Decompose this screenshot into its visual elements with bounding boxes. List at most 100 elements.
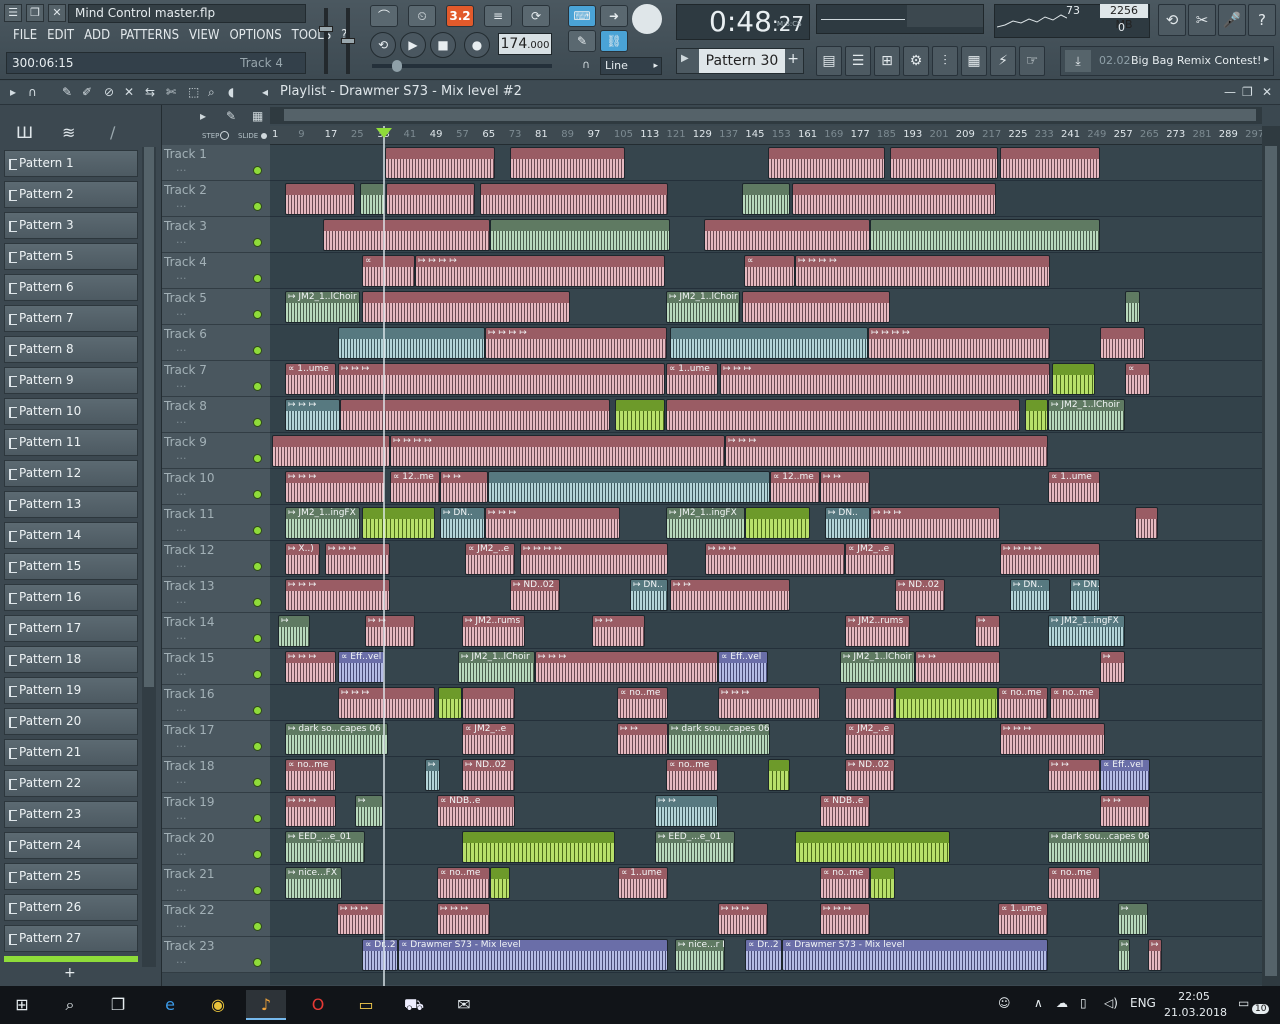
track-enable-led[interactable] xyxy=(253,166,262,175)
playlist-clip[interactable]: ↦ ↦ ↦ xyxy=(338,687,435,719)
draw-icon[interactable]: ✎ xyxy=(226,109,236,123)
pattern-item[interactable]: Pattern 21 xyxy=(4,739,138,766)
playlist-clip[interactable]: ∝ no..me xyxy=(998,687,1048,719)
playlist-clip[interactable]: ∝ 1..ume xyxy=(998,903,1048,935)
playlist-clip[interactable] xyxy=(340,399,610,431)
playlist-clip[interactable]: ↦ ↦ ↦ ↦ xyxy=(1000,543,1100,575)
playlist-clip[interactable]: ↦ nice...FX xyxy=(285,867,342,899)
playlist-clip[interactable]: ∝ Dr..2 xyxy=(362,939,398,971)
playlist-grid[interactable]: ∝ ↦ ↦ ↦ ↦ ∝ ↦ ↦ ↦ ↦ ↦ JM2_1..lChoir ↦ JM2_1..… xyxy=(270,145,1262,985)
cloud-icon[interactable]: ☁ xyxy=(1056,996,1068,1010)
track-header-item[interactable]: Track 3... xyxy=(162,217,270,253)
playlist-clip[interactable] xyxy=(438,687,462,719)
playlist-clip[interactable] xyxy=(1000,147,1100,179)
track-enable-led[interactable] xyxy=(253,346,262,355)
pattern-item[interactable]: Pattern 22 xyxy=(4,770,138,797)
play-pattern-icon[interactable]: ▶ xyxy=(681,53,689,64)
close-icon[interactable]: ✕ xyxy=(48,4,66,22)
horizontal-scrollbar[interactable] xyxy=(270,107,1262,124)
playlist-clip[interactable]: ↦ ↦ xyxy=(670,579,790,611)
playlist-clip[interactable]: ∝ no..me xyxy=(617,687,668,719)
grid-icon[interactable]: ▦ xyxy=(252,109,263,123)
fl-studio-icon[interactable]: ♪ xyxy=(246,990,286,1020)
playlist-clip[interactable]: ↦ ↦ ↦ ↦ xyxy=(390,435,725,467)
master-pitch-fader[interactable] xyxy=(341,8,355,74)
playlist-clip[interactable]: ↦ ND..02 xyxy=(895,579,945,611)
touch-icon[interactable]: ☞ xyxy=(1019,46,1045,76)
playback-icon[interactable]: ◖ xyxy=(228,85,234,99)
track-enable-led[interactable] xyxy=(253,454,262,463)
playlist-clip[interactable] xyxy=(480,183,668,215)
track-header-item[interactable]: Track 15... xyxy=(162,649,270,685)
track-enable-led[interactable] xyxy=(253,958,262,967)
playlist-clip[interactable]: ↦ ↦ ↦ ↦ xyxy=(520,543,668,575)
track-header-item[interactable]: Track 16... xyxy=(162,685,270,721)
playlist-clip[interactable]: ↦ ↦ ↦ xyxy=(485,507,620,539)
piano-roll-icon[interactable]: ⊞ xyxy=(874,46,900,76)
playlist-clip[interactable]: ↦ DN.. xyxy=(440,507,485,539)
track-enable-led[interactable] xyxy=(253,202,262,211)
audio-tab-icon[interactable]: ≋ xyxy=(62,123,75,142)
delete-icon[interactable]: ⊘ xyxy=(104,85,114,99)
playlist-clip[interactable]: ↦ ND..02 xyxy=(510,579,560,611)
playlist-clip[interactable]: ↦ ↦ ↦ xyxy=(337,903,385,935)
track-header-item[interactable]: Track 1... xyxy=(162,145,270,181)
track-enable-led[interactable] xyxy=(253,670,262,679)
playlist-clip[interactable] xyxy=(362,507,435,539)
record-button[interactable]: ● xyxy=(464,32,490,58)
playlist-clip[interactable]: ↦ EED_...e_01 xyxy=(655,831,735,863)
playlist-clip[interactable] xyxy=(490,867,510,899)
playlist-clip[interactable]: ↦ JM2_1..ingFX xyxy=(285,507,360,539)
track-enable-led[interactable] xyxy=(253,310,262,319)
playlist-clip[interactable]: ↦ ↦ ↦ xyxy=(725,435,1048,467)
menu-add[interactable]: ADD xyxy=(79,26,115,46)
menu-file[interactable]: FILE xyxy=(8,26,42,46)
playlist-clip[interactable]: ∝ no..me xyxy=(1050,687,1100,719)
playlist-clip[interactable]: ∝ 1..ume xyxy=(285,363,336,395)
playlist-clip[interactable]: ↦ xyxy=(1118,903,1148,935)
network-icon[interactable]: ▯ xyxy=(1080,996,1087,1010)
automation-tab-icon[interactable]: ∕ xyxy=(110,123,115,142)
playlist-clip[interactable] xyxy=(360,183,385,215)
playlist-clip[interactable]: ↦ ND..02 xyxy=(462,759,515,791)
playlist-clip[interactable]: ↦ xyxy=(278,615,310,647)
playlist-icon[interactable]: ▤ xyxy=(816,46,842,76)
playlist-clip[interactable]: ↦ ↦ ↦ ↦ xyxy=(795,255,1050,287)
playlist-clip[interactable]: ∝ Dr..2 xyxy=(745,939,782,971)
channel-rack-icon[interactable]: ☰ xyxy=(845,46,871,76)
track-header-item[interactable]: Track 12... xyxy=(162,541,270,577)
track-header-item[interactable]: Track 9... xyxy=(162,433,270,469)
playhead[interactable] xyxy=(383,126,385,986)
step-toggle[interactable] xyxy=(220,131,229,140)
mute-icon[interactable]: ✕ xyxy=(124,85,134,99)
close-icon[interactable]: ✕ xyxy=(1262,85,1272,99)
playlist-clip[interactable]: ∝ Drawmer S73 - Mix level xyxy=(398,939,668,971)
track-header-item[interactable]: Track 8... xyxy=(162,397,270,433)
volume-icon[interactable]: ◁) xyxy=(1104,996,1118,1010)
playlist-clip[interactable] xyxy=(385,147,495,179)
chrome-icon[interactable]: ◉ xyxy=(198,990,238,1020)
playlist-clip[interactable]: ↦ ↦ xyxy=(655,795,718,827)
playlist-clip[interactable]: ↦ DN.. xyxy=(630,579,668,611)
playlist-clip[interactable]: ↦ ↦ ↦ xyxy=(285,579,390,611)
playlist-clip[interactable] xyxy=(666,399,1020,431)
playlist-clip[interactable] xyxy=(742,291,890,323)
patterns-tab-icon[interactable]: Ш xyxy=(16,123,33,142)
playlist-clip[interactable]: ↦ ↦ ↦ xyxy=(718,687,820,719)
playlist-clip[interactable]: ∝ no..me xyxy=(437,867,490,899)
playlist-clip[interactable]: ↦ JM2_1..lChoir xyxy=(1048,399,1125,431)
playlist-clip[interactable]: ↦ ↦ xyxy=(365,615,415,647)
track-enable-led[interactable] xyxy=(253,562,262,571)
pattern-item[interactable]: Pattern 10 xyxy=(4,398,138,425)
track-enable-led[interactable] xyxy=(253,706,262,715)
mixer-icon[interactable]: ⫶ xyxy=(932,46,958,76)
language-indicator[interactable]: ENG xyxy=(1130,996,1156,1010)
time-display[interactable]: 0:48:27 M:S:CS xyxy=(676,4,810,40)
play-button[interactable]: ▶ xyxy=(400,32,426,58)
menu-icon[interactable]: ☰ xyxy=(4,4,22,22)
plugin-picker-icon[interactable]: ⚙ xyxy=(903,46,929,76)
countdown-icon[interactable] xyxy=(632,4,662,34)
playlist-clip[interactable]: ↦ ↦ ↦ xyxy=(720,363,1050,395)
playlist-clip[interactable] xyxy=(488,471,770,503)
chevron-right-icon[interactable]: ▸ xyxy=(1264,54,1269,65)
